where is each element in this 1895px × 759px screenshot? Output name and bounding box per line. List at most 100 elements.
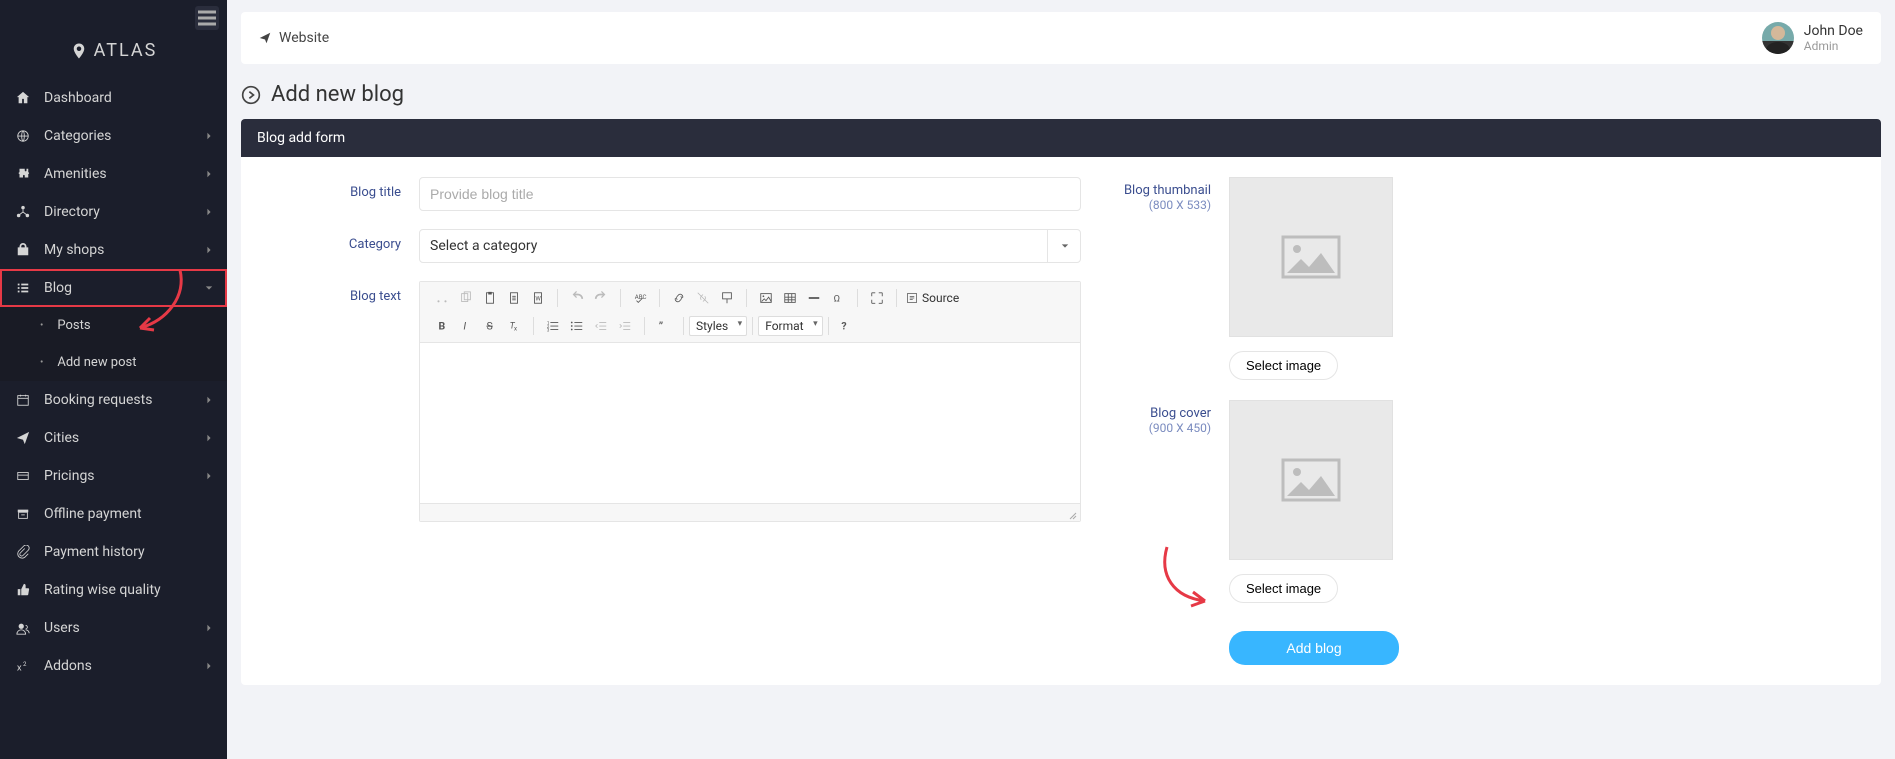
sidebar-item-directory[interactable]: Directory (0, 193, 227, 231)
text-label: Blog text (281, 281, 401, 522)
network-icon (14, 205, 32, 219)
chevron-right-icon (205, 620, 213, 636)
sidebar-item-dashboard[interactable]: Dashboard (0, 79, 227, 117)
svg-text:I: I (463, 320, 466, 333)
sidebar-item-label: Categories (44, 128, 205, 144)
sidebar-item-label: Directory (44, 204, 205, 220)
special-char-icon[interactable]: Ω (827, 287, 849, 309)
sidebar-item-label: My shops (44, 242, 205, 258)
sidebar-item-addons[interactable]: x2Addons (0, 647, 227, 685)
bullet-icon: • (40, 357, 43, 368)
maximize-icon[interactable] (866, 287, 888, 309)
paste-word-icon[interactable]: W (527, 287, 549, 309)
table-icon[interactable] (779, 287, 801, 309)
editor-body[interactable] (420, 343, 1080, 503)
puzzle-icon (14, 167, 32, 181)
italic-icon[interactable]: I (455, 315, 477, 337)
website-text: Website (279, 30, 329, 46)
link-icon[interactable] (668, 287, 690, 309)
sidebar-item-label: Addons (44, 658, 205, 674)
sidebar-sub-label: Add new post (57, 355, 136, 370)
plane-icon (14, 431, 32, 445)
sidebar-item-cities[interactable]: Cities (0, 419, 227, 457)
home-icon (14, 91, 32, 105)
sidebar-sub-add-new-post[interactable]: • Add new post (0, 344, 227, 381)
sidebar-item-label: Users (44, 620, 205, 636)
redo-icon[interactable] (590, 287, 612, 309)
sidebar-item-label: Dashboard (44, 90, 213, 106)
format-select[interactable]: Format (758, 316, 822, 336)
sidebar-item-users[interactable]: Users (0, 609, 227, 647)
undo-icon[interactable] (566, 287, 588, 309)
clip-icon (14, 545, 32, 559)
bag-icon (14, 243, 32, 257)
sidebar-item-label: Rating wise quality (44, 582, 213, 598)
add-blog-button[interactable]: Add blog (1229, 631, 1399, 665)
svg-text:?: ? (841, 320, 846, 333)
svg-text:”: ” (659, 319, 663, 333)
help-icon[interactable]: ? (833, 315, 855, 337)
chevron-right-icon (205, 392, 213, 408)
title-label: Blog title (281, 177, 401, 211)
styles-select[interactable]: Styles (689, 316, 747, 336)
source-button[interactable]: Source (900, 289, 965, 307)
cover-label: Blog cover (1121, 406, 1211, 421)
bullet-icon: • (40, 320, 43, 331)
sidebar-sub-label: Posts (57, 318, 90, 333)
sidebar-item-booking-requests[interactable]: Booking requests (0, 381, 227, 419)
svg-text:S: S (487, 320, 493, 333)
chevron-right-icon (205, 468, 213, 484)
paste-text-icon[interactable] (503, 287, 525, 309)
indent-icon[interactable] (614, 315, 636, 337)
brand-text: ATLAS (94, 40, 158, 61)
chevron-right-icon (205, 128, 213, 144)
editor: W ABC (419, 281, 1081, 522)
chevron-down-icon (205, 280, 213, 296)
avatar (1762, 22, 1794, 54)
image-placeholder-icon (1279, 456, 1343, 504)
svg-text:W: W (535, 296, 541, 303)
like-icon (14, 583, 32, 597)
sidebar-item-offline-payment[interactable]: Offline payment (0, 495, 227, 533)
sidebar-item-blog[interactable]: Blog (0, 269, 227, 307)
outdent-icon[interactable] (590, 315, 612, 337)
sidebar-item-pricings[interactable]: Pricings (0, 457, 227, 495)
source-label: Source (922, 291, 959, 305)
hr-icon[interactable] (803, 287, 825, 309)
spellcheck-icon[interactable]: ABC (629, 287, 651, 309)
bold-icon[interactable]: B (431, 315, 453, 337)
bullet-list-icon[interactable] (566, 315, 588, 337)
sidebar-item-my-shops[interactable]: My shops (0, 231, 227, 269)
editor-toolbar: W ABC (420, 282, 1080, 343)
svg-text:x: x (17, 662, 22, 673)
sidebar-sub-posts[interactable]: • Posts (0, 307, 227, 344)
select-cover-button[interactable]: Select image (1229, 574, 1338, 603)
sidebar-item-rating-wise-quality[interactable]: Rating wise quality (0, 571, 227, 609)
arrow-circle-icon (241, 85, 261, 105)
user-menu[interactable]: John Doe Admin (1762, 22, 1863, 54)
sidebar-item-categories[interactable]: Categories (0, 117, 227, 155)
category-select[interactable]: Select a category (419, 229, 1081, 263)
select-thumb-button[interactable]: Select image (1229, 351, 1338, 380)
title-input[interactable] (419, 177, 1081, 211)
chevron-right-icon (205, 204, 213, 220)
copy-icon[interactable] (455, 287, 477, 309)
cut-icon[interactable] (431, 287, 453, 309)
remove-format-icon[interactable]: Tx (503, 315, 525, 337)
menu-toggle[interactable] (195, 6, 219, 30)
number-list-icon[interactable]: 123 (542, 315, 564, 337)
sidebar-item-label: Payment history (44, 544, 213, 560)
anchor-icon[interactable] (716, 287, 738, 309)
unlink-icon[interactable] (692, 287, 714, 309)
brand[interactable]: ATLAS (0, 36, 227, 79)
paste-icon[interactable] (479, 287, 501, 309)
strike-icon[interactable]: S (479, 315, 501, 337)
blockquote-icon[interactable]: ” (653, 315, 675, 337)
sidebar: ATLAS Dashboard Categories Amenities Direct… (0, 0, 227, 759)
sidebar-item-label: Blog (44, 280, 205, 296)
sidebar-item-payment-history[interactable]: Payment history (0, 533, 227, 571)
sidebar-item-amenities[interactable]: Amenities (0, 155, 227, 193)
image-icon[interactable] (755, 287, 777, 309)
resize-grip[interactable] (1068, 509, 1078, 519)
website-link[interactable]: Website (259, 30, 329, 46)
